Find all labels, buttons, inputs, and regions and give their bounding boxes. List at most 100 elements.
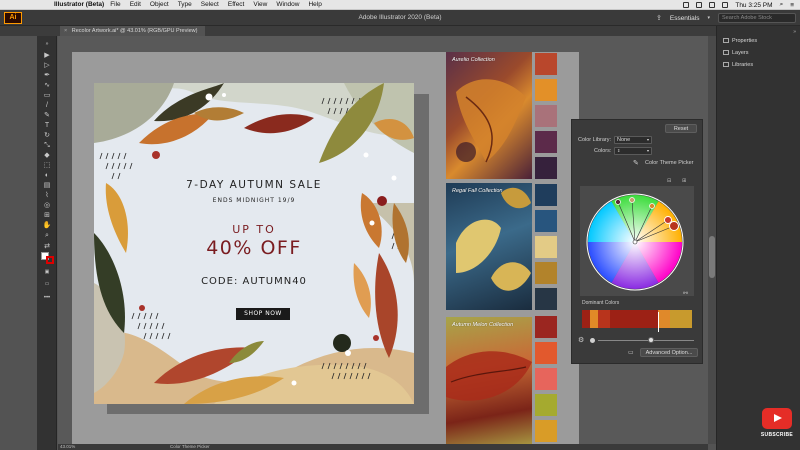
properties-panel-tab[interactable]: Properties: [723, 38, 757, 44]
wifi-icon[interactable]: [709, 2, 716, 8]
shape-builder-tool-icon[interactable]: ◐: [42, 172, 52, 180]
toolbar-collapse-icon[interactable]: »: [42, 40, 52, 48]
document-tab[interactable]: × Recolor Artwork.ai* @ 43.01% (RGB/GPU …: [60, 26, 206, 36]
menu-edit[interactable]: Edit: [130, 1, 141, 8]
swatch-aurelio-3[interactable]: [535, 105, 557, 127]
swatch-regal-3[interactable]: [535, 236, 557, 258]
edit-toolbar-icon[interactable]: •••: [42, 294, 52, 302]
layers-panel-tab[interactable]: Layers: [723, 50, 749, 56]
swatch-aurelio-1[interactable]: [535, 53, 557, 75]
brush-tool-icon[interactable]: /: [42, 102, 52, 110]
folder-icon[interactable]: ▭: [628, 349, 634, 356]
artboard-tool-icon[interactable]: ⊞: [42, 212, 52, 220]
vertical-scrollbar[interactable]: [708, 36, 716, 444]
dominant-color-6[interactable]: [658, 310, 670, 328]
collection-aurelio[interactable]: Aurelio Collection: [446, 52, 532, 179]
dominant-color-1[interactable]: [582, 310, 590, 328]
saturation-slider-min[interactable]: [590, 338, 595, 343]
swatch-melon-4[interactable]: [535, 394, 557, 416]
swatch-aurelio-2[interactable]: [535, 79, 557, 101]
control-center-icon[interactable]: ≡: [790, 2, 794, 9]
draw-mode-icon[interactable]: ▣: [42, 268, 52, 276]
color-library-select[interactable]: None ▾: [614, 136, 652, 144]
reset-button[interactable]: Reset: [665, 124, 697, 133]
color-wheel[interactable]: [580, 186, 694, 296]
workspace-switcher[interactable]: Essentials: [670, 15, 700, 22]
workspace-chevron-icon[interactable]: ▾: [707, 15, 710, 21]
swatch-aurelio-4[interactable]: [535, 131, 557, 153]
swatch-melon-2[interactable]: [535, 342, 557, 364]
libraries-panel-tab[interactable]: Libraries: [723, 62, 753, 68]
scale-tool-icon[interactable]: ⤡: [42, 142, 52, 150]
swatch-aurelio-5[interactable]: [535, 157, 557, 179]
collapse-panels-icon[interactable]: »: [793, 29, 796, 35]
saturation-slider-track[interactable]: [598, 340, 694, 341]
free-transform-tool-icon[interactable]: ⬚: [42, 162, 52, 170]
type-tool-icon[interactable]: T: [42, 122, 52, 130]
spotlight-icon[interactable]: ⌕: [780, 1, 784, 9]
eyedropper-tool-icon[interactable]: ⌇: [42, 192, 52, 200]
curvature-tool-icon[interactable]: ∿: [42, 82, 52, 90]
display-icon[interactable]: [696, 2, 703, 8]
color-wheel-area[interactable]: [580, 186, 694, 296]
color-theme-picker-button[interactable]: Color Theme Picker: [645, 160, 694, 166]
shop-now-button[interactable]: SHOP NOW: [236, 308, 290, 320]
direct-selection-tool-icon[interactable]: ▷: [42, 62, 52, 70]
swap-fill-stroke-icon[interactable]: ⇄: [42, 243, 52, 251]
settings-icon[interactable]: ⚙: [578, 336, 584, 344]
swatch-melon-3[interactable]: [535, 368, 557, 390]
menu-window[interactable]: Window: [276, 1, 299, 8]
zoom-tool-icon[interactable]: ⌕: [42, 232, 52, 240]
menu-file[interactable]: File: [110, 1, 120, 8]
pen-tool-icon[interactable]: ✒: [42, 72, 52, 80]
pencil-tool-icon[interactable]: ✎: [42, 112, 52, 120]
close-tab-icon[interactable]: ×: [64, 28, 67, 34]
youtube-subscribe-badge[interactable]: SUBSCRIBE: [760, 408, 794, 444]
menu-help[interactable]: Help: [308, 1, 321, 8]
hand-tool-icon[interactable]: ✋: [42, 222, 52, 230]
youtube-play-icon[interactable]: [762, 408, 792, 429]
selection-tool-icon[interactable]: ▶: [42, 52, 52, 60]
blend-tool-icon[interactable]: ◎: [42, 202, 52, 210]
menu-type[interactable]: Type: [178, 1, 192, 8]
collection-regal-fall[interactable]: Regal Fall Collection: [446, 183, 532, 310]
collection-autumn-melon[interactable]: Autumn Melon Collection: [446, 317, 532, 444]
rectangle-tool-icon[interactable]: ▭: [42, 92, 52, 100]
screen-mode-icon[interactable]: ▭: [42, 280, 52, 288]
advanced-options-button[interactable]: Advanced Option...: [640, 348, 698, 357]
battery-icon[interactable]: [722, 2, 729, 8]
menu-effect[interactable]: Effect: [228, 1, 245, 8]
swatch-regal-4[interactable]: [535, 262, 557, 284]
zoom-level[interactable]: 43.01%: [60, 444, 75, 450]
dominant-colors-bar[interactable]: [582, 310, 692, 328]
menu-select[interactable]: Select: [201, 1, 219, 8]
stroke-color-icon[interactable]: [46, 256, 54, 264]
rotate-tool-icon[interactable]: ↻: [42, 132, 52, 140]
swatch-regal-1[interactable]: [535, 184, 557, 206]
dominant-color-5[interactable]: [636, 310, 658, 328]
link-harmony-icon[interactable]: ⊟: [667, 178, 671, 184]
dominant-color-3[interactable]: [598, 310, 610, 328]
colors-select[interactable]: ⇕ ▾: [614, 147, 652, 155]
dominant-divider-handle[interactable]: [658, 312, 659, 332]
creative-cloud-icon[interactable]: [683, 2, 690, 8]
menu-view[interactable]: View: [253, 1, 267, 8]
scrollbar-thumb[interactable]: [709, 236, 715, 278]
unlink-harmony-icon[interactable]: ⊞: [682, 178, 686, 184]
clock[interactable]: Thu 3:25 PM: [735, 2, 772, 9]
dominant-color-2[interactable]: [590, 310, 598, 328]
swatch-regal-5[interactable]: [535, 288, 557, 310]
app-menu[interactable]: Illustrator (Beta): [54, 1, 104, 8]
eraser-tool-icon[interactable]: ◆: [42, 152, 52, 160]
menu-object[interactable]: Object: [150, 1, 169, 8]
gradient-tool-icon[interactable]: ▤: [42, 182, 52, 190]
share-icon[interactable]: ⇪: [656, 14, 662, 22]
eyedropper-icon[interactable]: ✎: [633, 159, 639, 167]
color-harmony-icon[interactable]: ⚯: [683, 290, 688, 297]
artboard-autumn-sale[interactable]: 7-DAY AUTUMN SALE ENDS MIDNIGHT 19/9 UP …: [94, 83, 414, 404]
swatch-regal-2[interactable]: [535, 210, 557, 232]
swatch-melon-1[interactable]: [535, 316, 557, 338]
swatch-melon-5[interactable]: [535, 420, 557, 442]
dominant-color-4[interactable]: [610, 310, 636, 328]
dominant-color-7[interactable]: [670, 310, 692, 328]
